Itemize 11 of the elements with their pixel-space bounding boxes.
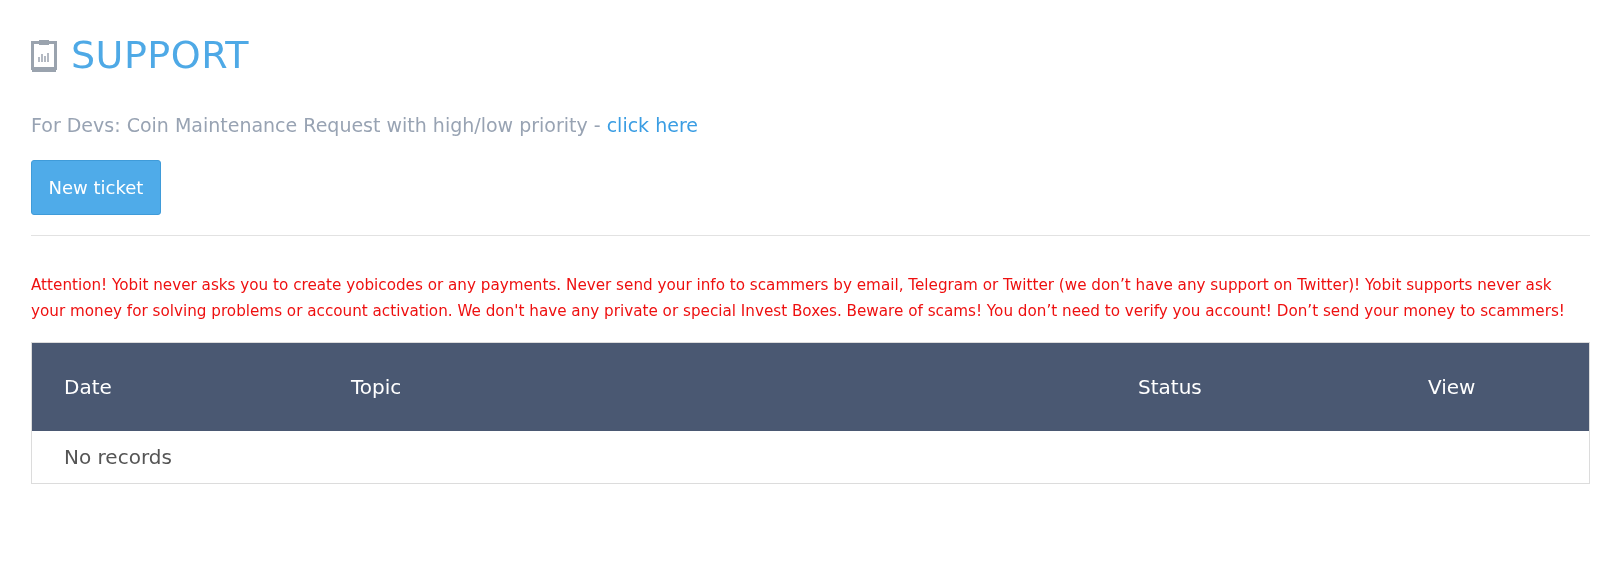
column-header: Status	[1106, 342, 1396, 431]
column-header: View	[1396, 342, 1590, 431]
page-title: SUPPORT	[71, 33, 250, 77]
clipboard-chart-icon	[31, 38, 57, 72]
column-header: Topic	[319, 342, 1106, 431]
dev-note: For Devs: Coin Maintenance Request with high/low priority - click here	[31, 114, 699, 136]
column-header: Date	[31, 342, 319, 431]
click-here-link[interactable]: click here	[606, 114, 698, 136]
scam-warning: Attention! Yobit never asks you to create yobicodes or any payments. Never send your info to scammers by email, Telegram or Twitter (we don’t have any support on Twitter)! Yobit supports never ask your money for solving problems or account activation. We don't have any private or special Invest Boxes. Beware of scams! You don’t need to verify you account! Don’t send your money to scammers!	[31, 275, 1566, 322]
new-ticket-button[interactable]: New ticket	[31, 160, 161, 215]
empty-message: No records	[64, 445, 172, 469]
